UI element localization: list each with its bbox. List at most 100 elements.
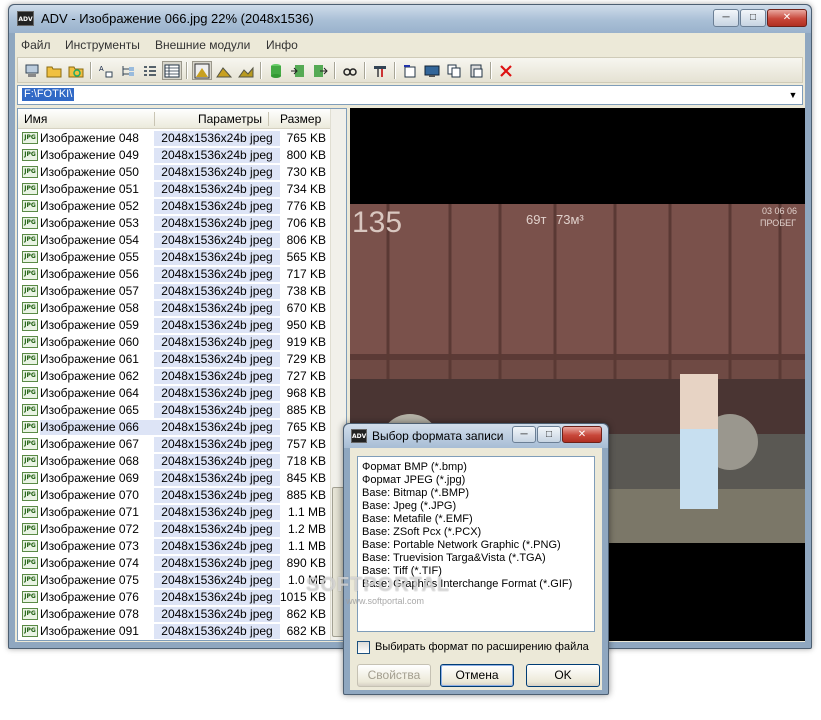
app-icon[interactable]: ADV <box>17 11 34 26</box>
jpg-file-icon: JPG <box>22 319 38 331</box>
format-item[interactable]: Base: Metafile (*.EMF) <box>362 513 590 526</box>
file-size: 776 KB <box>286 199 326 213</box>
image-icon[interactable] <box>236 61 256 80</box>
close-button[interactable]: ✕ <box>767 9 807 27</box>
file-row[interactable]: JPG Изображение 068 2048x1536x24b jpeg 718 … <box>18 453 332 470</box>
file-params: 2048x1536x24b jpeg <box>154 505 280 520</box>
file-row[interactable]: JPG Изображение 070 2048x1536x24b jpeg 885 … <box>18 487 332 504</box>
file-row[interactable]: JPG Изображение 057 2048x1536x24b jpeg 738 … <box>18 283 332 300</box>
menu-tools[interactable]: Инструменты <box>65 38 140 52</box>
file-name: Изображение 073 <box>40 539 139 553</box>
database-icon[interactable] <box>266 61 286 80</box>
file-name: Изображение 065 <box>40 403 139 417</box>
file-row[interactable]: JPG Изображение 059 2048x1536x24b jpeg 950 … <box>18 317 332 334</box>
column-size[interactable]: Размер <box>280 112 321 126</box>
file-row[interactable]: JPG Изображение 069 2048x1536x24b jpeg 845 … <box>18 470 332 487</box>
file-row[interactable]: JPG Изображение 053 2048x1536x24b jpeg 706 … <box>18 215 332 232</box>
jpg-file-icon: JPG <box>22 438 38 450</box>
cancel-button[interactable]: Отмена <box>440 664 514 687</box>
file-params: 2048x1536x24b jpeg <box>154 539 280 554</box>
delete-icon[interactable] <box>496 61 516 80</box>
file-name: Изображение 056 <box>40 267 139 281</box>
menu-file[interactable]: Файл <box>21 38 51 52</box>
open-folder-icon[interactable] <box>44 61 64 80</box>
menu-info[interactable]: Инфо <box>266 38 298 52</box>
file-row[interactable]: JPG Изображение 052 2048x1536x24b jpeg 776 … <box>18 198 332 215</box>
file-row[interactable]: JPG Изображение 054 2048x1536x24b jpeg 806 … <box>18 232 332 249</box>
jpg-file-icon: JPG <box>22 523 38 535</box>
copy-icon[interactable] <box>444 61 464 80</box>
rotate-icon[interactable] <box>400 61 420 80</box>
paste-icon[interactable] <box>466 61 486 80</box>
computer-icon[interactable] <box>22 61 42 80</box>
file-row[interactable]: JPG Изображение 049 2048x1536x24b jpeg 800 … <box>18 147 332 164</box>
file-row[interactable]: JPG Изображение 055 2048x1536x24b jpeg 565 … <box>18 249 332 266</box>
file-size: 682 KB <box>286 624 326 638</box>
file-row[interactable]: JPG Изображение 051 2048x1536x24b jpeg 734 … <box>18 181 332 198</box>
maximize-button[interactable]: □ <box>740 9 766 27</box>
path-input[interactable]: F:\FOTKI\ <box>22 88 75 101</box>
file-size: 950 KB <box>286 318 326 332</box>
sort-name-icon[interactable]: A <box>96 61 116 80</box>
file-row[interactable]: JPG Изображение 056 2048x1536x24b jpeg 717 … <box>18 266 332 283</box>
file-row[interactable]: JPG Изображение 062 2048x1536x24b jpeg 727 … <box>18 368 332 385</box>
format-item[interactable]: Base: ZSoft Pcx (*.PCX) <box>362 526 590 539</box>
file-row[interactable]: JPG Изображение 071 2048x1536x24b jpeg 1.1 … <box>18 504 332 521</box>
file-name: Изображение 064 <box>40 386 139 400</box>
format-item[interactable]: Base: Portable Network Graphic (*.PNG) <box>362 539 590 552</box>
file-row[interactable]: JPG Изображение 061 2048x1536x24b jpeg 729 … <box>18 351 332 368</box>
file-params: 2048x1536x24b jpeg <box>154 250 280 265</box>
format-item[interactable]: Формат BMP (*.bmp) <box>362 461 590 474</box>
export-icon[interactable] <box>310 61 330 80</box>
file-row[interactable]: JPG Изображение 065 2048x1536x24b jpeg 885 … <box>18 402 332 419</box>
slideshow-icon[interactable] <box>422 61 442 80</box>
menu-plugins[interactable]: Внешние модули <box>155 38 250 52</box>
auto-zoom-icon[interactable] <box>192 61 212 80</box>
chevron-down-icon[interactable]: ▼ <box>786 88 800 102</box>
file-row[interactable]: JPG Изображение 058 2048x1536x24b jpeg 670 … <box>18 300 332 317</box>
column-params[interactable]: Параметры <box>198 112 262 126</box>
glasses-icon[interactable] <box>340 61 360 80</box>
title-bar[interactable]: ADV ADV - Изображение 066.jpg 22% (2048x… <box>9 5 811 33</box>
file-row[interactable]: JPG Изображение 074 2048x1536x24b jpeg 890 … <box>18 555 332 572</box>
ok-button[interactable]: OK <box>526 664 600 687</box>
file-params: 2048x1536x24b jpeg <box>154 216 280 231</box>
file-row[interactable]: JPG Изображение 067 2048x1536x24b jpeg 757 … <box>18 436 332 453</box>
file-row[interactable]: JPG Изображение 076 2048x1536x24b jpeg 1015… <box>18 589 332 606</box>
file-row[interactable]: JPG Изображение 072 2048x1536x24b jpeg 1.2 … <box>18 521 332 538</box>
details-view-icon[interactable] <box>162 61 182 80</box>
file-row[interactable]: JPG Изображение 073 2048x1536x24b jpeg 1.1 … <box>18 538 332 555</box>
close-button[interactable]: ✕ <box>562 426 602 443</box>
format-item[interactable]: Формат JPEG (*.jpg) <box>362 474 590 487</box>
file-row[interactable]: JPG Изображение 050 2048x1536x24b jpeg 730 … <box>18 164 332 181</box>
maximize-button[interactable]: □ <box>537 426 561 443</box>
jpg-file-icon: JPG <box>22 370 38 382</box>
format-item[interactable]: Base: Jpeg (*.JPG) <box>362 500 590 513</box>
file-row[interactable]: JPG Изображение 075 2048x1536x24b jpeg 1.0 … <box>18 572 332 589</box>
file-size: 1.2 MB <box>287 522 326 536</box>
list-view-icon[interactable] <box>140 61 160 80</box>
format-item[interactable]: Base: Bitmap (*.BMP) <box>362 487 590 500</box>
file-row[interactable]: JPG Изображение 048 2048x1536x24b jpeg 765 … <box>18 130 332 147</box>
path-combobox[interactable]: F:\FOTKI\ ▼ <box>17 85 803 105</box>
file-row[interactable]: JPG Изображение 064 2048x1536x24b jpeg 968 … <box>18 385 332 402</box>
refresh-folder-icon[interactable] <box>66 61 86 80</box>
file-row[interactable]: JPG Изображение 060 2048x1536x24b jpeg 919 … <box>18 334 332 351</box>
tree-view-icon[interactable] <box>118 61 138 80</box>
dialog-title-bar[interactable]: ADV Выбор формата записи ─ □ ✕ <box>344 424 608 448</box>
file-params: 2048x1536x24b jpeg <box>154 590 280 605</box>
extension-checkbox-label[interactable]: Выбирать формат по расширению файла <box>375 641 589 653</box>
minimize-button[interactable]: ─ <box>713 9 739 27</box>
properties-button[interactable]: Свойства <box>357 664 431 687</box>
minimize-button[interactable]: ─ <box>512 426 536 443</box>
file-name: Изображение 059 <box>40 318 139 332</box>
fit-image-icon[interactable] <box>214 61 234 80</box>
extension-checkbox[interactable] <box>357 641 370 654</box>
import-icon[interactable] <box>288 61 308 80</box>
tools-icon[interactable] <box>370 61 390 80</box>
file-row[interactable]: JPG Изображение 078 2048x1536x24b jpeg 862 … <box>18 606 332 623</box>
file-row[interactable]: JPG Изображение 066 2048x1536x24b jpeg 765 … <box>18 419 332 436</box>
file-row[interactable]: JPG Изображение 091 2048x1536x24b jpeg 682 … <box>18 623 332 640</box>
column-name[interactable]: Имя <box>24 112 47 126</box>
format-item[interactable]: Base: Truevision Targa&Vista (*.TGA) <box>362 552 590 565</box>
